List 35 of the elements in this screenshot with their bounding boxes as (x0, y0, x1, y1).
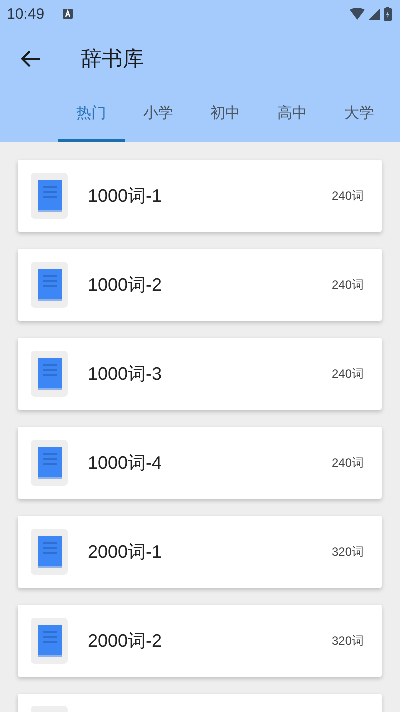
book-icon (38, 358, 62, 390)
back-arrow-icon[interactable] (21, 50, 41, 68)
book-card[interactable]: 1000词-1 240词 (18, 160, 382, 232)
book-card[interactable]: 2000词-2 320词 (18, 605, 382, 677)
book-card[interactable]: 1000词-4 240词 (18, 427, 382, 499)
book-icon (38, 447, 62, 479)
wifi-icon (350, 8, 365, 20)
book-icon (38, 625, 62, 657)
book-title: 1000词-2 (88, 274, 164, 297)
book-title: 1000词-3 (88, 363, 164, 386)
status-time: 10:49 (7, 6, 45, 22)
word-count: 240词 (332, 454, 364, 472)
book-icon (38, 269, 62, 301)
book-card[interactable]: 1000词-3 240词 (18, 338, 382, 410)
signal-icon (369, 8, 380, 20)
word-count: 240词 (332, 188, 364, 204)
book-title: 2000词-1 (88, 541, 164, 564)
category-tab[interactable]: 高中 (259, 90, 326, 142)
book-card[interactable]: 2000词-1 320词 (18, 516, 382, 588)
category-tab[interactable]: 小学 (125, 90, 192, 142)
book-title: 1000词-1 (88, 185, 164, 208)
category-tab[interactable]: 大学 (326, 90, 393, 142)
word-count: 320词 (332, 632, 364, 650)
book-title: 2000词-2 (88, 630, 164, 653)
book-icon (38, 180, 62, 212)
word-count: 240词 (332, 366, 364, 382)
page-title: 辞书库 (81, 46, 144, 73)
book-card[interactable]: 1000词-2 240词 (18, 249, 382, 321)
book-icon (38, 536, 62, 568)
word-count: 240词 (332, 276, 364, 294)
notification-icon (62, 9, 73, 19)
book-title: 1000词-4 (88, 452, 164, 475)
battery-icon (384, 7, 392, 21)
category-tab[interactable]: 初中 (192, 90, 259, 142)
word-count: 320词 (332, 544, 364, 560)
